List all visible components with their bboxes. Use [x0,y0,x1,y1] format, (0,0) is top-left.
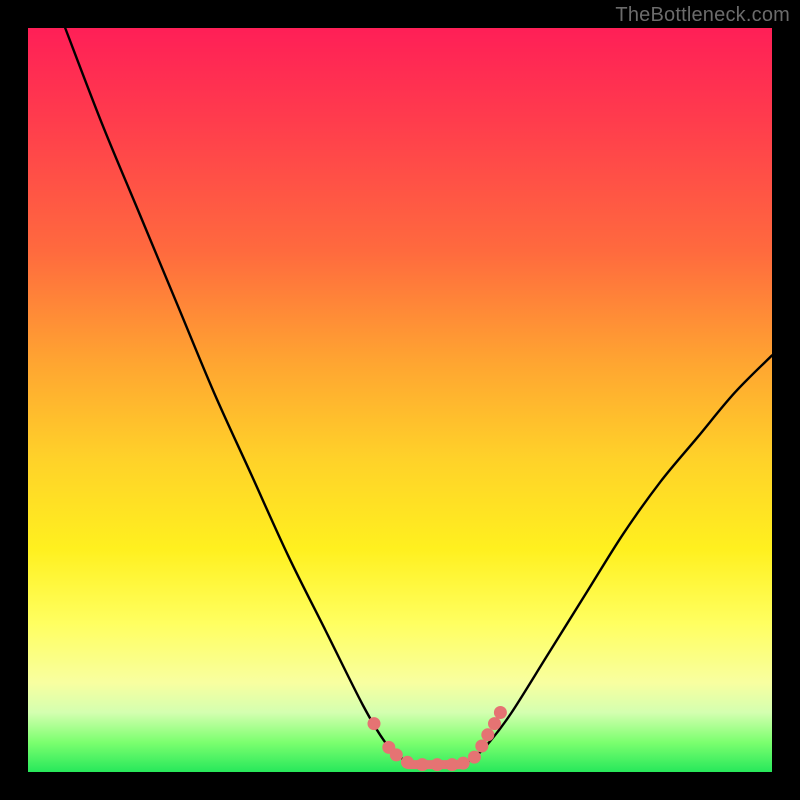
curve-svg [28,28,772,772]
highlight-dot [475,740,488,753]
highlight-dot [446,758,459,771]
highlight-dot [481,728,494,741]
highlight-dot [468,751,481,764]
highlight-dot [494,706,507,719]
highlight-dot [416,758,429,771]
watermark-text: TheBottleneck.com [615,4,790,27]
chart-frame: TheBottleneck.com [0,0,800,800]
highlight-dot [431,758,444,771]
highlight-dots-group [368,706,507,771]
plot-area [28,28,772,772]
bottleneck-curve [65,28,772,765]
highlight-dot [368,717,381,730]
highlight-dot [390,748,403,761]
highlight-dot [401,756,414,769]
highlight-dot [457,757,470,770]
curve-group [65,28,772,771]
highlight-dot [488,717,501,730]
